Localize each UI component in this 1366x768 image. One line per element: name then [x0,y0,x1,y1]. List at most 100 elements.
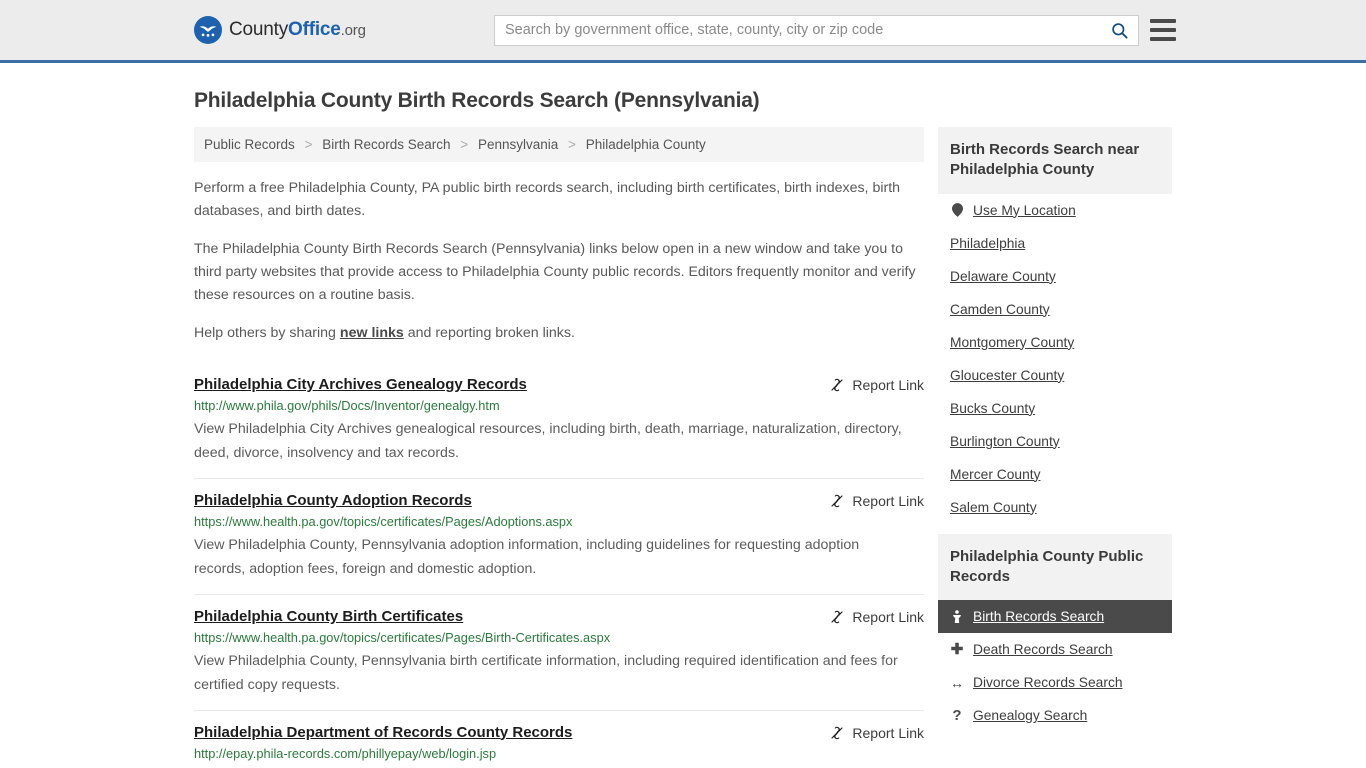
report-link-label: Report Link [852,724,924,741]
nearby-place-item[interactable]: Delaware County [938,260,1172,293]
page-title: Philadelphia County Birth Records Search… [194,89,760,112]
report-link-button[interactable]: Report Link [829,724,924,741]
search-icon [1111,22,1128,39]
search-button[interactable] [1100,16,1138,45]
use-my-location-link[interactable]: Use My Location [973,203,1076,218]
result-item: Philadelphia Department of Records Count… [194,709,924,768]
result-url: https://www.health.pa.gov/topics/certifi… [194,629,611,645]
nearby-place-link[interactable]: Burlington County [950,434,1060,449]
nearby-place-link[interactable]: Mercer County [950,467,1040,482]
public-record-nav-link[interactable]: Divorce Records Search [973,675,1123,690]
broken-link-icon [831,494,843,508]
result-title-link[interactable]: Philadelphia County Adoption Records [194,492,472,509]
nearby-place-item[interactable]: Bucks County [938,392,1172,425]
new-links-link[interactable]: new links [340,325,404,341]
nearby-place-link[interactable]: Camden County [950,302,1050,317]
intro-section: Perform a free Philadelphia County, PA p… [194,177,924,345]
hamburger-menu-icon[interactable] [1150,19,1176,41]
use-my-location-item[interactable]: Use My Location [938,194,1172,227]
broken-link-icon [831,726,843,739]
search-bar [494,14,1139,46]
report-link-button[interactable]: Report Link [829,608,924,625]
nearby-searches-box: Birth Records Search near Philadelphia C… [938,127,1172,524]
result-title-link[interactable]: Philadelphia County Birth Certificates [194,608,463,625]
nearby-place-link[interactable]: Philadelphia [950,236,1025,251]
nearby-place-item[interactable]: Mercer County [938,458,1172,491]
result-url: http://epay.phila-records.com/phillyepay… [194,745,497,761]
public-record-nav-link[interactable]: Birth Records Search [973,609,1104,624]
hamburger-bar [1150,28,1176,32]
logo-text-county: County [229,19,289,40]
site-logo[interactable]: CountyOffice.org [194,16,366,44]
public-record-nav-item[interactable]: ? Genealogy Search [938,699,1172,732]
breadcrumb-separator: > [568,137,576,152]
page-container: Philadelphia County Birth Records Search… [0,89,1366,768]
nearby-place-link[interactable]: Delaware County [950,269,1056,284]
breadcrumb-item-public-records[interactable]: Public Records [204,137,295,152]
result-title-link[interactable]: Philadelphia Department of Records Count… [194,724,572,741]
breadcrumb-item-birth-records-search[interactable]: Birth Records Search [322,137,450,152]
share-prefix-text: Help others by sharing [194,325,340,341]
nearby-place-link[interactable]: Salem County [950,500,1037,515]
results-list: Philadelphia City Archives Genealogy Rec… [194,363,924,768]
logo-wordmark: CountyOffice.org [229,19,366,41]
result-description: View Philadelphia City Archives genealog… [194,421,902,462]
public-record-nav-item[interactable]: ✚ Death Records Search [938,633,1172,666]
hamburger-bar [1150,37,1176,41]
nearby-place-link[interactable]: Montgomery County [950,335,1074,350]
nearby-places-list: Philadelphia Delaware County Camden County… [938,227,1172,524]
report-link-label: Report Link [852,492,924,509]
result-url: http://www.phila.gov/phils/Docs/Inventor… [194,398,500,413]
breadcrumb-separator: > [460,137,469,152]
search-input[interactable] [495,15,1100,45]
result-header: Philadelphia County Adoption Records Rep… [194,492,924,509]
report-link-button[interactable]: Report Link [829,376,924,393]
breadcrumb-item-philadelphia-county[interactable]: Philadelphia County [586,137,706,152]
result-item: Philadelphia City Archives Genealogy Rec… [194,363,924,478]
nearby-place-item[interactable]: Camden County [938,293,1172,326]
nearby-place-item[interactable]: Montgomery County [938,326,1172,359]
result-title-link[interactable]: Philadelphia City Archives Genealogy Rec… [194,376,527,393]
left-right-arrow-icon: ↔ [950,674,964,691]
sidebar: Birth Records Search near Philadelphia C… [938,127,1172,768]
result-header: Philadelphia Department of Records Count… [194,724,924,741]
nearby-place-link[interactable]: Bucks County [950,401,1035,416]
nearby-searches-heading: Birth Records Search near Philadelphia C… [938,127,1172,194]
report-link-label: Report Link [852,608,924,625]
nearby-place-link[interactable]: Gloucester County [950,368,1064,383]
broken-link-icon [831,378,843,392]
hamburger-bar [1150,19,1176,23]
broken-link-icon [831,610,843,623]
public-record-nav-item[interactable]: Birth Records Search [938,600,1172,633]
main-column: Public Records > Birth Records Search > … [194,127,924,768]
breadcrumb-separator: > [304,137,313,152]
public-records-box: Philadelphia County Public Records Birth… [938,533,1172,733]
baby-onesie-icon [950,609,964,624]
report-link-button[interactable]: Report Link [829,492,924,509]
nearby-place-item[interactable]: Burlington County [938,425,1172,458]
nearby-place-item[interactable]: Philadelphia [938,227,1172,260]
result-item: Philadelphia County Birth Certificates R… [194,593,924,710]
content-row: Public Records > Birth Records Search > … [194,127,1172,768]
question-mark-icon: ? [952,707,962,724]
site-header: CountyOffice.org [0,0,1366,63]
breadcrumb: Public Records > Birth Records Search > … [194,127,924,162]
result-header: Philadelphia County Birth Certificates R… [194,608,924,625]
nearby-searches-list: Use My Location [938,194,1172,227]
intro-paragraph-2: The Philadelphia County Birth Records Se… [194,241,916,303]
logo-text-office: Office [288,19,341,40]
share-suffix-text: and reporting broken links. [403,325,575,341]
map-pin-icon [950,203,964,217]
nearby-place-item[interactable]: Salem County [938,491,1172,524]
breadcrumb-item-pennsylvania[interactable]: Pennsylvania [478,137,558,152]
public-record-nav-item[interactable]: ↔ Divorce Records Search [938,666,1172,699]
public-record-nav-link[interactable]: Death Records Search [973,642,1113,657]
public-record-nav-link[interactable]: Genealogy Search [973,708,1087,723]
result-item: Philadelphia County Adoption Records Rep… [194,477,924,594]
report-link-label: Report Link [852,377,924,393]
result-description: Search Philadelphia Department of Record… [194,765,909,768]
result-url: https://www.health.pa.gov/topics/certifi… [194,513,573,529]
public-records-heading: Philadelphia County Public Records [938,533,1172,600]
intro-share-paragraph: Help others by sharing new links and rep… [194,322,924,345]
nearby-place-item[interactable]: Gloucester County [938,359,1172,392]
